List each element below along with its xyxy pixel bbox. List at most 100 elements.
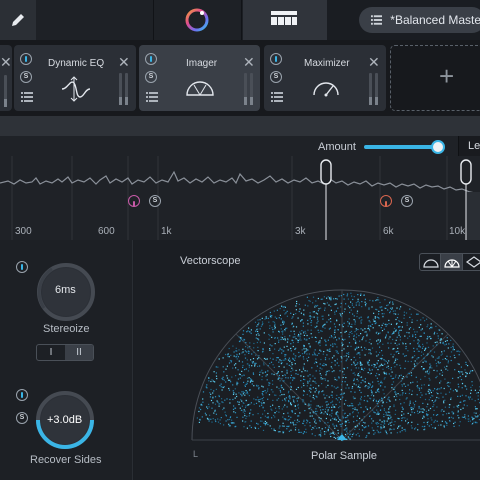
band-1-solo-icon[interactable]: S — [149, 195, 161, 207]
vectorscope-sample — [420, 378, 422, 380]
vectorscope-mode-selector[interactable] — [419, 253, 480, 271]
vectorscope-sample — [278, 361, 280, 363]
band-1-power-icon[interactable] — [128, 195, 140, 207]
vectorscope-sample — [321, 412, 323, 414]
vectorscope-sample — [353, 335, 355, 337]
vectorscope-sample — [285, 419, 287, 421]
vectorscope-sample — [351, 332, 353, 335]
add-module-slot[interactable]: + — [390, 45, 480, 111]
vectorscope-sample — [235, 347, 237, 349]
solo-icon[interactable]: S — [145, 71, 157, 83]
vectorscope-sample — [341, 338, 344, 340]
vectorscope-sample — [320, 378, 322, 380]
assistant-button[interactable] — [154, 0, 242, 40]
vectorscope-sample — [452, 413, 454, 415]
recover-sides-power-icon[interactable] — [16, 389, 28, 401]
band-3-solo-icon[interactable]: S — [401, 195, 413, 207]
vectorscope-sample — [314, 306, 316, 308]
vectorscope-sample — [312, 353, 314, 356]
vectorscope-sample — [440, 410, 442, 412]
vectorscope-sample — [243, 426, 245, 428]
band-split-handle — [460, 159, 472, 185]
close-icon[interactable]: ✕ — [368, 55, 380, 69]
vectorscope-sample — [375, 422, 377, 424]
vectorscope-sample — [303, 375, 305, 378]
vectorscope-sample — [286, 341, 289, 343]
vectorscope-sample — [392, 338, 394, 341]
vectorscope-sample — [298, 333, 300, 336]
vectorscope-sample — [427, 418, 429, 420]
vectorscope-sample — [357, 346, 360, 348]
band-split-handle — [320, 159, 332, 185]
vectorscope-sample — [287, 359, 290, 361]
solo-icon[interactable]: S — [270, 71, 282, 83]
learn-button[interactable]: Lea — [458, 136, 480, 156]
module-imager[interactable]: S Imager ✕ — [139, 45, 260, 111]
vectorscope-sample — [338, 407, 340, 409]
vectorscope-sample — [373, 320, 375, 322]
solo-icon[interactable]: S — [20, 71, 32, 83]
stereoize-power-icon[interactable] — [16, 261, 28, 273]
vectorscope-sample — [223, 407, 225, 409]
vectorscope-sample — [322, 318, 324, 320]
vectorscope-sample — [249, 425, 251, 427]
module-maximizer[interactable]: S Maximizer ✕ — [264, 45, 386, 111]
vectorscope-sample — [444, 421, 447, 423]
menu-icon[interactable] — [21, 92, 33, 102]
vectorscope-sample — [257, 324, 259, 326]
polar-level-button[interactable] — [420, 254, 442, 270]
vectorscope-sample — [434, 331, 436, 333]
mode-ii-button[interactable]: II — [65, 345, 93, 360]
vectorscope-sample — [283, 309, 285, 311]
vectorscope-sample — [461, 371, 463, 373]
amount-slider-handle[interactable] — [431, 140, 445, 154]
mode-i-button[interactable]: I — [37, 345, 65, 360]
vectorscope-sample — [336, 362, 338, 364]
band-3-power-icon[interactable] — [380, 195, 392, 207]
polar-sample-button[interactable] — [441, 254, 463, 270]
preset-selector[interactable]: *Balanced Master — [359, 7, 480, 33]
module-dynamic-eq[interactable]: S Dynamic EQ ✕ — [14, 45, 136, 111]
edit-button[interactable] — [0, 0, 36, 40]
vectorscope-sample — [446, 382, 448, 384]
vectorscope-sample — [353, 315, 355, 317]
vectorscope-sample — [360, 396, 362, 398]
vectorscope-sample — [359, 403, 361, 405]
menu-icon[interactable] — [146, 92, 158, 102]
module-view-button[interactable] — [243, 0, 327, 40]
power-icon[interactable] — [145, 53, 157, 65]
vectorscope-sample — [249, 331, 251, 333]
vectorscope-sample — [474, 415, 476, 417]
vectorscope-sample — [374, 317, 376, 319]
vectorscope-sample — [367, 325, 370, 327]
vectorscope-sample — [354, 364, 356, 366]
vectorscope-sample — [218, 405, 220, 407]
lissajous-button[interactable] — [463, 254, 480, 270]
power-icon[interactable] — [270, 53, 282, 65]
menu-icon[interactable] — [271, 92, 283, 102]
stereoize-mode-toggle[interactable]: I II — [36, 344, 94, 361]
recover-sides-solo-icon[interactable]: S — [16, 412, 28, 424]
vectorscope-sample — [402, 392, 404, 394]
close-icon[interactable]: ✕ — [0, 55, 12, 69]
amount-slider-track[interactable] — [364, 145, 440, 149]
vectorscope-sample — [324, 303, 326, 305]
vectorscope-sample — [428, 384, 430, 386]
vectorscope-sample — [450, 398, 452, 400]
vectorscope-sample — [295, 338, 297, 340]
vectorscope-sample — [231, 422, 233, 424]
power-icon[interactable] — [20, 53, 32, 65]
vectorscope-sample — [329, 348, 331, 350]
vectorscope-sample — [347, 321, 349, 323]
vectorscope-sample — [421, 425, 423, 428]
vectorscope-sample — [300, 380, 302, 382]
module-slot-partial[interactable]: ✕ — [0, 45, 12, 111]
vectorscope-sample — [377, 333, 379, 335]
vectorscope-sample — [437, 424, 440, 426]
close-icon[interactable]: ✕ — [118, 55, 130, 69]
vectorscope-sample — [439, 342, 442, 344]
vectorscope-sample — [307, 382, 309, 384]
vectorscope-sample — [264, 422, 266, 425]
vectorscope-sample — [424, 425, 426, 427]
close-icon[interactable]: ✕ — [243, 55, 255, 69]
